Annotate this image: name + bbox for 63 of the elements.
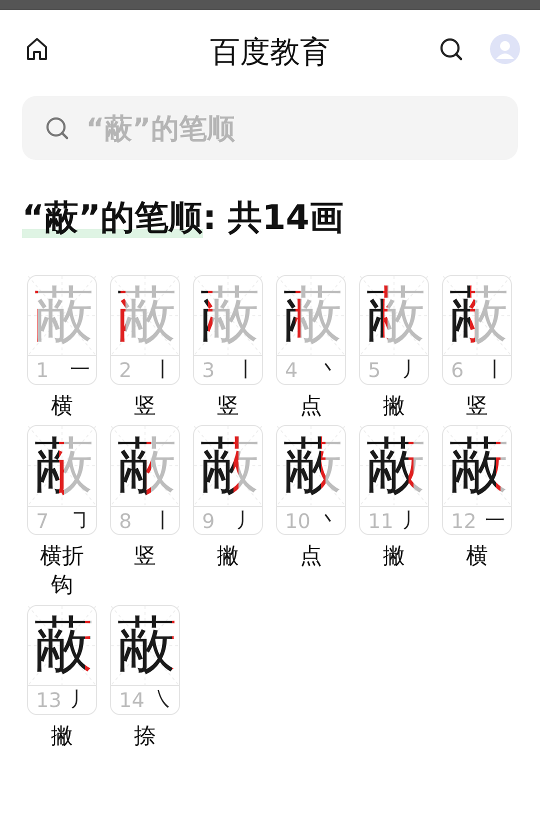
stroke-symbol: 丨 bbox=[153, 356, 173, 384]
character-glyph: 蔽 bbox=[34, 615, 94, 676]
stroke-name: 撇 bbox=[382, 543, 406, 572]
stroke-name: 横 bbox=[465, 543, 489, 572]
character-glyph: 蔽 bbox=[449, 285, 509, 346]
stroke-number: 13 bbox=[36, 688, 62, 712]
stroke-symbol: 一 bbox=[70, 356, 90, 384]
stroke-symbol: 丿 bbox=[402, 507, 422, 534]
stroke-symbol: 丿 bbox=[236, 507, 256, 534]
search-field[interactable]: “蔽”的笔顺 bbox=[22, 96, 518, 160]
stroke-name: 撇 bbox=[382, 392, 406, 421]
stroke-name: 撇 bbox=[216, 543, 240, 572]
stroke-number: 3 bbox=[202, 358, 215, 382]
stroke-number: 6 bbox=[451, 358, 464, 382]
stroke-number: 14 bbox=[119, 688, 144, 712]
stroke-number: 4 bbox=[285, 358, 298, 382]
stroke-symbol: 丶 bbox=[319, 507, 339, 534]
stroke-name: 点 bbox=[299, 543, 323, 572]
stroke-number: 12 bbox=[451, 508, 476, 533]
stroke-number: 10 bbox=[285, 508, 310, 533]
page-title: 百度教育 bbox=[210, 34, 330, 72]
stroke-number: 7 bbox=[36, 508, 49, 533]
stroke-symbol: 丿 bbox=[402, 356, 422, 384]
character-glyph: 蔽 bbox=[117, 285, 177, 346]
stroke-number: 8 bbox=[119, 508, 132, 533]
character-glyph: 蔽 bbox=[34, 285, 94, 346]
section-heading: “蔽”的笔顺: 共14画 bbox=[22, 198, 344, 239]
stroke-number: 9 bbox=[202, 508, 215, 533]
stroke-symbol: ㇆ bbox=[70, 507, 90, 534]
character-glyph: 蔽 bbox=[200, 285, 260, 346]
character-glyph: 蔽 bbox=[283, 436, 343, 496]
stroke-number: 5 bbox=[368, 358, 381, 382]
search-input[interactable]: “蔽”的笔顺 bbox=[84, 110, 388, 146]
stroke-symbol: 丨 bbox=[236, 356, 256, 384]
stroke-symbol: ㇏ bbox=[153, 686, 173, 714]
stroke-symbol: 丶 bbox=[319, 356, 339, 384]
stroke-name: 捺 bbox=[133, 722, 157, 751]
stroke-name: 横 bbox=[50, 392, 74, 421]
character-glyph: 蔽 bbox=[449, 436, 509, 496]
character-glyph: 蔽 bbox=[283, 285, 343, 346]
stroke-symbol: 丨 bbox=[153, 507, 173, 534]
character-glyph: 蔽 bbox=[117, 436, 177, 496]
stroke-number: 11 bbox=[368, 508, 394, 533]
stroke-symbol: 一 bbox=[485, 507, 505, 534]
stroke-number: 1 bbox=[36, 358, 49, 382]
character-glyph: 蔽 bbox=[117, 615, 177, 676]
character-glyph: 蔽 bbox=[366, 285, 426, 346]
stroke-symbol: 丨 bbox=[485, 356, 505, 384]
character-glyph: 蔽 bbox=[200, 436, 260, 496]
stroke-name: 竖 bbox=[216, 392, 240, 421]
search-icon bbox=[44, 115, 70, 141]
search-icon[interactable] bbox=[438, 36, 464, 62]
stroke-name: 竖 bbox=[465, 392, 489, 421]
stroke-name: 横折钩 bbox=[39, 543, 85, 600]
character-glyph: 蔽 bbox=[34, 436, 94, 496]
home-icon[interactable] bbox=[24, 36, 50, 62]
stroke-name: 撇 bbox=[50, 722, 74, 751]
stroke-name: 点 bbox=[299, 392, 323, 421]
character-glyph: 蔽 bbox=[366, 436, 426, 496]
stroke-name: 竖 bbox=[133, 392, 157, 421]
stroke-symbol: 丿 bbox=[70, 686, 90, 714]
stroke-name: 竖 bbox=[133, 543, 157, 572]
stroke-number: 2 bbox=[119, 358, 132, 382]
